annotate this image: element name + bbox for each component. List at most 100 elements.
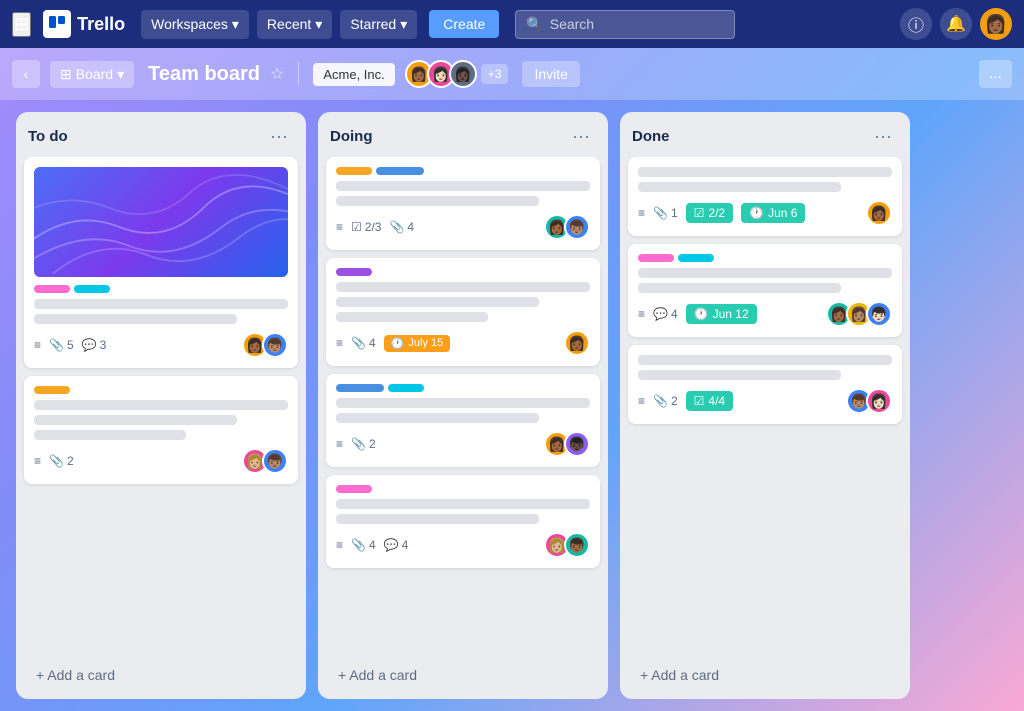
card-meta: ≡ 📎 1 ☑ 2/2 🕐 Jun 6 (638, 203, 805, 223)
create-button[interactable]: Create (429, 10, 499, 38)
grid-icon[interactable]: ⊞ (12, 12, 31, 37)
label-cyan (388, 384, 424, 392)
date-text: Jun 6 (768, 206, 797, 220)
card-text-lines (336, 499, 590, 524)
menu-icon: ≡ (638, 307, 645, 321)
label-yellow (336, 167, 372, 175)
attach-count: 5 (67, 338, 74, 352)
clock-icon: 🕐 (694, 307, 709, 321)
attach-meta: 📎 4 (389, 220, 414, 234)
card-labels (336, 384, 590, 392)
date-badge: 🕐 Jun 12 (686, 304, 757, 324)
checklist-meta: ☑ 2/3 (351, 220, 381, 234)
star-button[interactable]: ☆ (270, 64, 284, 84)
column-doing-menu-button[interactable]: ··· (566, 124, 596, 149)
due-date-text: July 15 (408, 337, 443, 349)
chevron-down-icon: ▾ (400, 16, 407, 33)
card-text-lines (336, 398, 590, 423)
card-labels (34, 386, 288, 394)
card-done-3[interactable]: ≡ 📎 2 ☑ 4/4 👦🏽 👩🏻 (628, 345, 902, 424)
search-bar[interactable]: 🔍 (515, 10, 735, 39)
clock-icon: 🕐 (749, 206, 764, 220)
card-meta: ≡ 📎 5 💬 3 (34, 338, 106, 352)
paperclip-icon: 📎 (653, 394, 668, 408)
label-purple (336, 268, 372, 276)
board-title: Team board (148, 63, 260, 86)
card-doing-2[interactable]: ≡ 📎 4 🕐 July 15 👩🏾 (326, 258, 600, 366)
more-options-button[interactable]: ... (979, 60, 1012, 88)
card-avatar-2: 👦🏽 (564, 214, 590, 240)
add-card-button-todo[interactable]: + Add a card (24, 659, 298, 691)
label-pink (336, 485, 372, 493)
trello-logo-icon (43, 10, 71, 38)
card-done-1[interactable]: ≡ 📎 1 ☑ 2/2 🕐 Jun 6 (628, 157, 902, 236)
invite-button[interactable]: Invite (522, 61, 579, 87)
card-labels (336, 268, 590, 276)
menu-icon: ≡ (638, 206, 645, 220)
column-todo-cards: ≡ 📎 5 💬 3 👩🏾 👦🏽 (16, 157, 306, 655)
starred-menu[interactable]: Starred ▾ (340, 10, 417, 39)
attach-meta: 📎 5 (49, 338, 74, 352)
text-line (336, 312, 488, 322)
card-avatars: 👩🏾 (866, 200, 892, 226)
card-text-lines (336, 282, 590, 322)
text-line (34, 400, 288, 410)
card-todo-2[interactable]: ≡ 📎 2 👩🏼 👦🏽 (24, 376, 298, 484)
card-doing-4[interactable]: ≡ 📎 4 💬 4 👩🏼 👦🏾 (326, 475, 600, 568)
paperclip-icon: 📎 (351, 336, 366, 350)
attach-count: 4 (369, 336, 376, 350)
card-avatar-3: 👦🏻 (866, 301, 892, 327)
text-line (336, 514, 539, 524)
card-labels (336, 485, 590, 493)
add-card-button-done[interactable]: + Add a card (628, 659, 902, 691)
label-cyan (74, 285, 110, 293)
card-meta: ≡ 📎 2 ☑ 4/4 (638, 391, 733, 411)
board-icon: ⊞ (60, 66, 72, 83)
card-avatar-2: 👦🏿 (564, 431, 590, 457)
notifications-button[interactable]: 🔔 (940, 8, 972, 40)
text-line (638, 167, 892, 177)
board-view-button[interactable]: ⊞ Board ▾ (50, 61, 134, 88)
search-input[interactable] (550, 16, 725, 32)
card-doing-1[interactable]: ≡ ☑ 2/3 📎 4 👩🏾 👦🏽 (326, 157, 600, 250)
workspaces-menu[interactable]: Workspaces ▾ (141, 10, 249, 39)
label-pink (34, 285, 70, 293)
info-button[interactable]: ⓘ (900, 8, 932, 40)
member-avatar-3[interactable]: 👩🏿 (449, 60, 477, 88)
paperclip-icon: 📎 (49, 454, 64, 468)
workspace-tag[interactable]: Acme, Inc. (313, 63, 394, 86)
nav-right-actions: ⓘ 🔔 👩🏾 (900, 8, 1012, 40)
card-doing-3[interactable]: ≡ 📎 2 👩🏾 👦🏿 (326, 374, 600, 467)
comment-meta: 💬 3 (82, 338, 107, 352)
card-done-2[interactable]: ≡ 💬 4 🕐 Jun 12 👩🏾 👩🏽 👦🏻 (628, 244, 902, 337)
checklist-badge: ☑ 4/4 (686, 391, 733, 411)
board-content: To do ··· (0, 100, 1024, 711)
column-done-menu-button[interactable]: ··· (868, 124, 898, 149)
comment-count: 3 (100, 338, 107, 352)
column-todo-title: To do (28, 128, 68, 145)
date-badge: 🕐 Jun 6 (741, 203, 805, 223)
menu-icon: ≡ (34, 454, 41, 468)
sidebar-collapse-button[interactable]: ‹ (12, 60, 40, 88)
user-avatar[interactable]: 👩🏾 (980, 8, 1012, 40)
column-doing: Doing ··· ≡ ☑ 2/ (318, 112, 608, 699)
card-todo-1[interactable]: ≡ 📎 5 💬 3 👩🏾 👦🏽 (24, 157, 298, 368)
card-text-lines (638, 355, 892, 380)
add-card-button-doing[interactable]: + Add a card (326, 659, 600, 691)
text-line (336, 181, 590, 191)
text-line (336, 297, 539, 307)
card-meta: ≡ 📎 2 (34, 454, 74, 468)
comment-meta: 💬 4 (384, 538, 409, 552)
text-line (336, 499, 590, 509)
column-todo-menu-button[interactable]: ··· (264, 124, 294, 149)
attach-meta: 📎 4 (351, 336, 376, 350)
check-icon: ☑ (694, 206, 705, 220)
recent-menu[interactable]: Recent ▾ (257, 10, 332, 39)
attach-meta: 📎 1 (653, 206, 678, 220)
text-line (336, 282, 590, 292)
divider (298, 62, 299, 86)
text-line (34, 430, 186, 440)
text-line (34, 299, 288, 309)
card-footer: ≡ 📎 5 💬 3 👩🏾 👦🏽 (34, 332, 288, 358)
card-avatars: 👩🏾 (564, 330, 590, 356)
